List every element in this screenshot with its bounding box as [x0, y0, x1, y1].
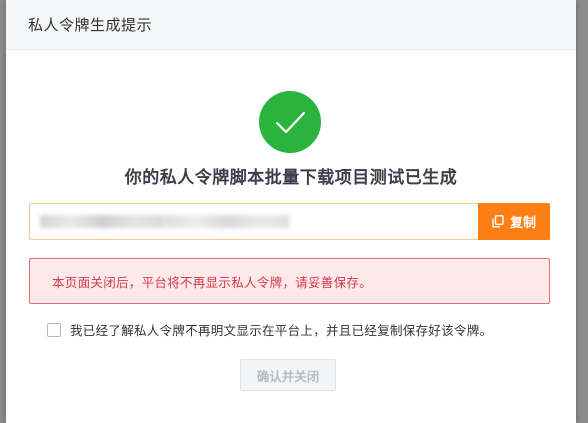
- copy-icon: [492, 215, 504, 228]
- token-value-masked: [40, 215, 165, 228]
- copy-button[interactable]: 复制: [478, 203, 550, 240]
- copy-button-label: 复制: [509, 215, 536, 230]
- check-circle-icon: [259, 91, 321, 153]
- confirm-label[interactable]: 我已经了解私人令牌不再明文显示在平台上，并且已经复制保存好该令牌。: [70, 320, 492, 339]
- confirm-checkbox[interactable]: [47, 322, 61, 337]
- confirm-close-button[interactable]: 确认并关闭: [240, 359, 336, 391]
- modal-header: 私人令牌生成提示: [6, 0, 576, 50]
- token-modal: 私人令牌生成提示 你的私人令牌脚本批量下载项目测试已生成 复制 本页面关闭后，平…: [6, 0, 576, 423]
- warning-alert: 本页面关闭后，平台将不再显示私人令牌，请妥善保存。: [29, 258, 550, 304]
- token-field[interactable]: [29, 203, 478, 240]
- token-row: 复制: [29, 203, 550, 240]
- warning-text: 本页面关闭后，平台将不再显示私人令牌，请妥善保存。: [52, 274, 373, 290]
- modal-title: 私人令牌生成提示: [28, 16, 153, 34]
- success-headline: 你的私人令牌脚本批量下载项目测试已生成: [124, 168, 458, 188]
- token-value-masked: [165, 215, 290, 228]
- confirm-row: 我已经了解私人令牌不再明文显示在平台上，并且已经复制保存好该令牌。: [47, 320, 492, 339]
